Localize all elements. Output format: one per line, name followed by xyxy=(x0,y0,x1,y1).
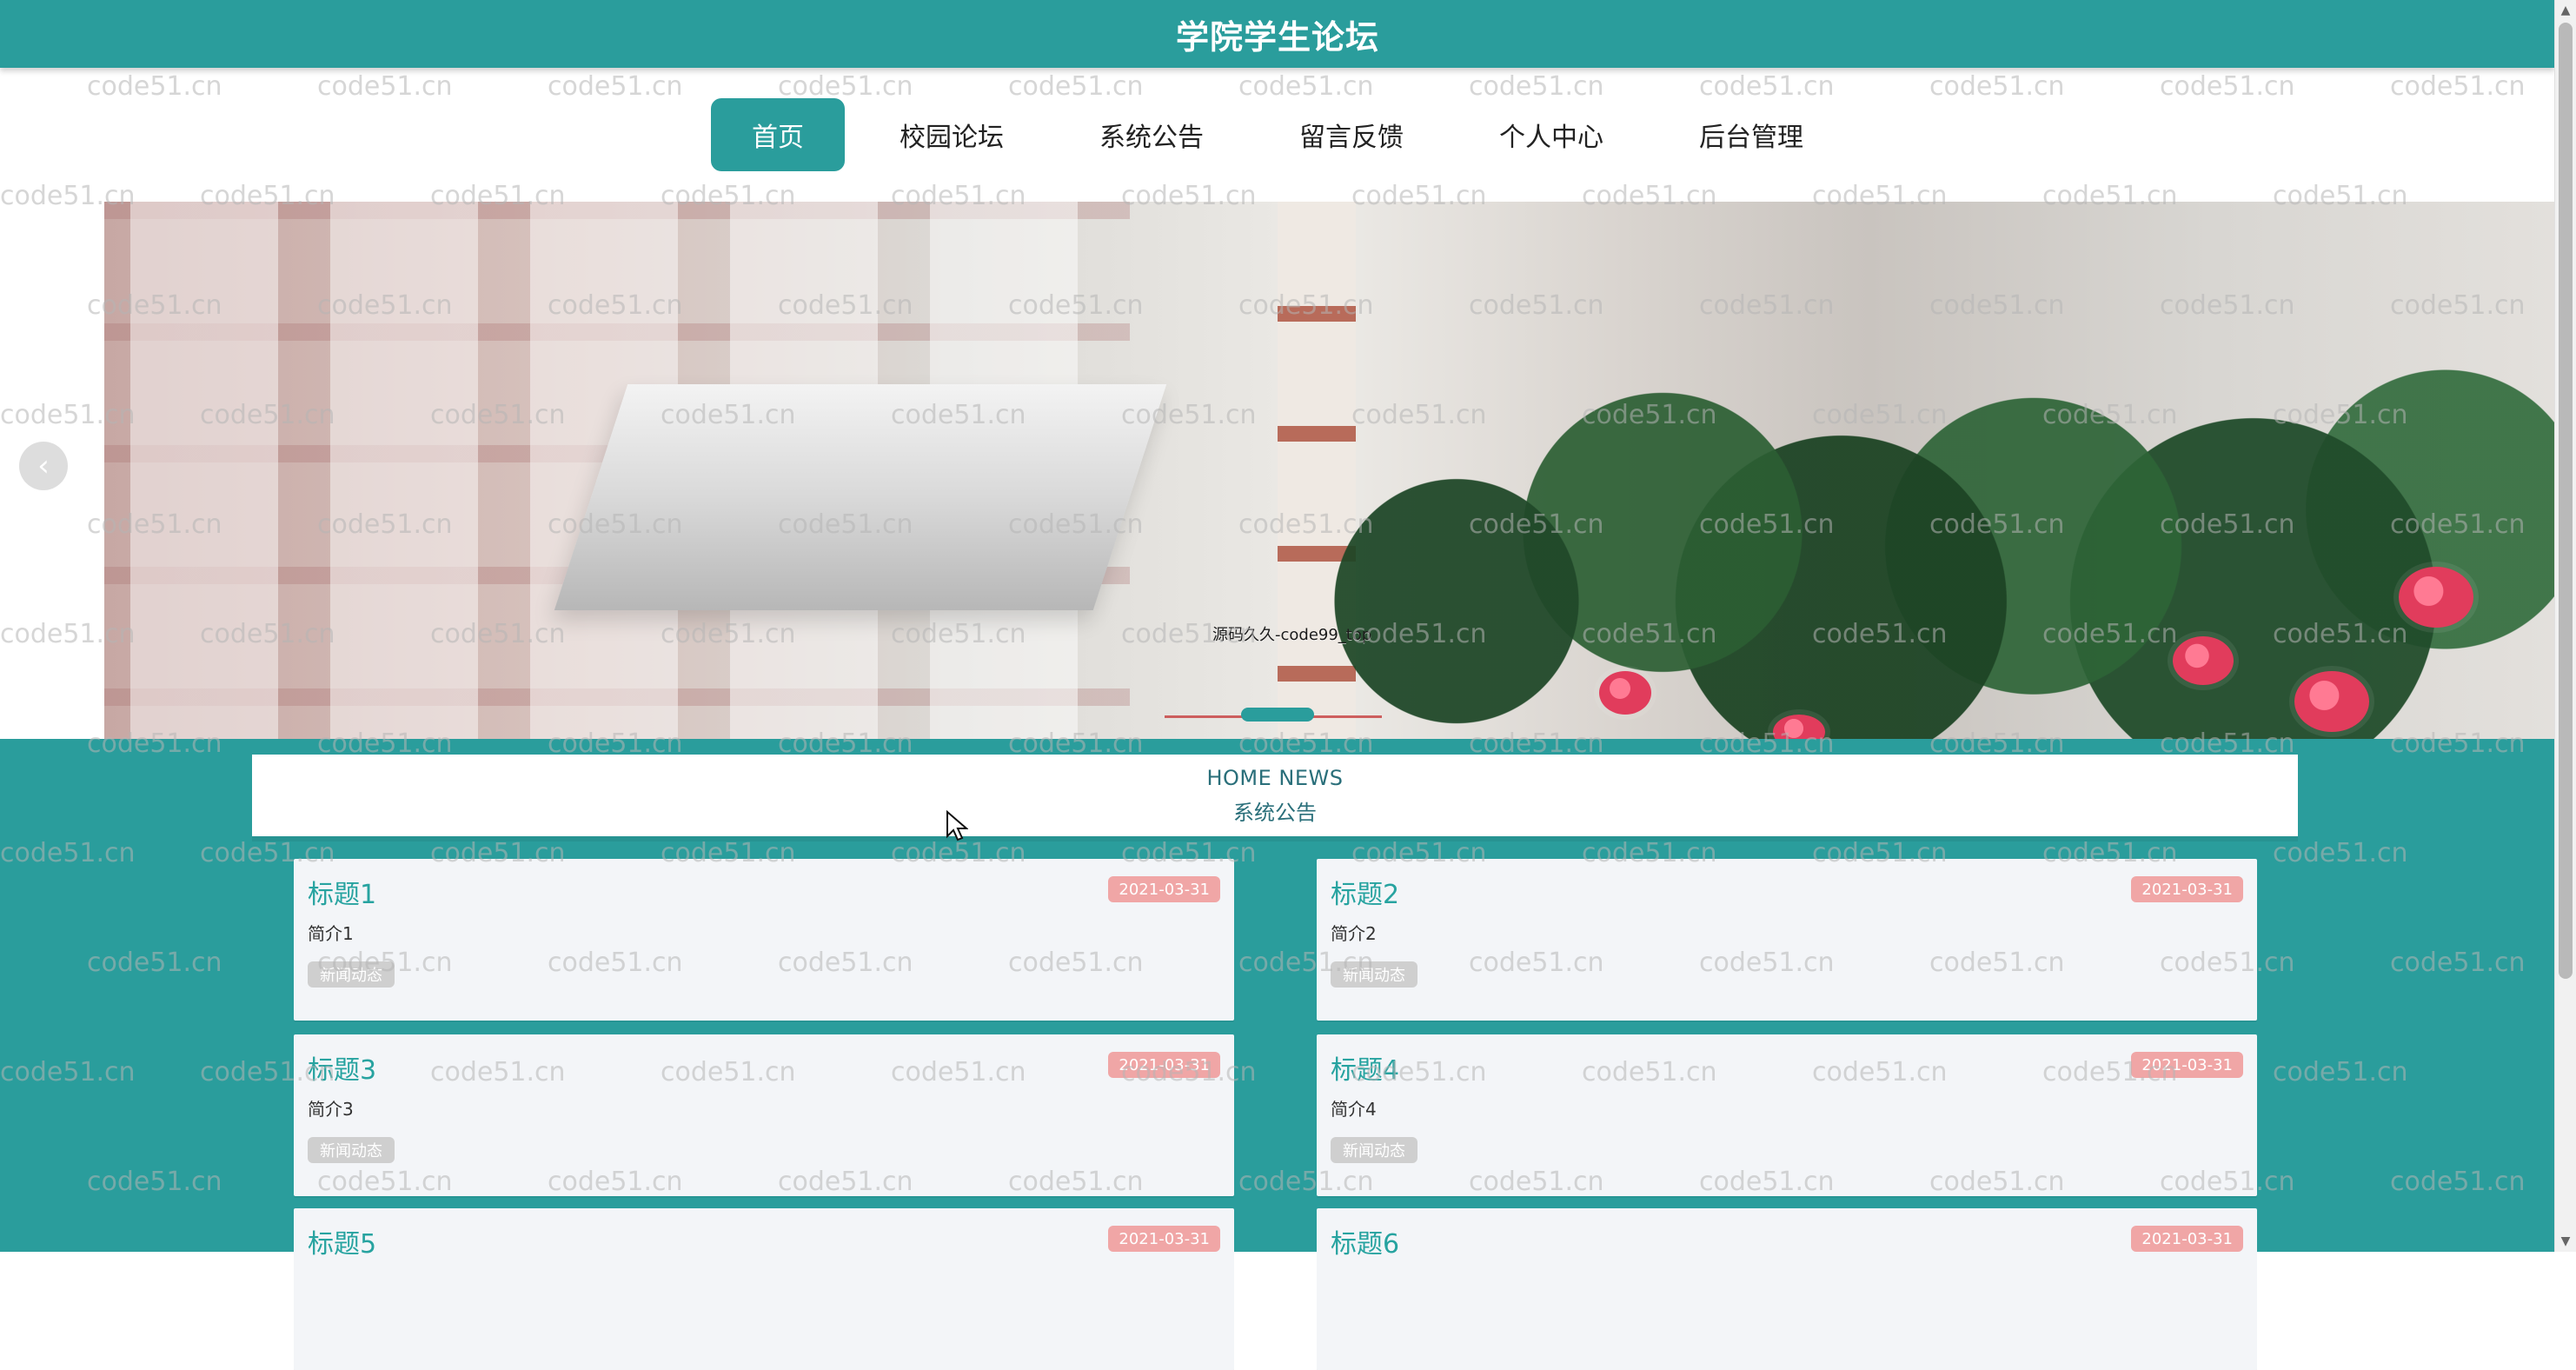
nav-item-home[interactable]: 首页 xyxy=(711,98,845,171)
carousel-indicators[interactable] xyxy=(1165,702,1382,728)
camellia-flower xyxy=(2399,567,2473,628)
nav-item-feedback[interactable]: 留言反馈 xyxy=(1258,98,1444,171)
news-date-badge: 2021-03-31 xyxy=(2131,1052,2243,1078)
news-category-tag: 新闻动态 xyxy=(308,961,395,988)
news-date-badge: 2021-03-31 xyxy=(2131,876,2243,902)
nav-item-admin[interactable]: 后台管理 xyxy=(1658,98,1844,171)
section-title-english: HOME NEWS xyxy=(1206,765,1344,790)
news-title[interactable]: 标题4 xyxy=(1331,1048,1399,1087)
news-date-badge: 2021-03-31 xyxy=(1108,1226,1220,1252)
home-news-section: HOME NEWS 系统公告 标题1 2021-03-31 简介1 新闻动态 标… xyxy=(0,739,2555,1370)
news-card[interactable]: 标题3 2021-03-31 简介3 新闻动态 xyxy=(294,1034,1234,1196)
camellia-flower xyxy=(1599,671,1651,715)
scrollbar-thumb[interactable] xyxy=(2559,23,2573,979)
news-title[interactable]: 标题3 xyxy=(308,1048,376,1087)
camellia-flower xyxy=(2294,671,2369,732)
nav-item-personal-center[interactable]: 个人中心 xyxy=(1458,98,1644,171)
scroll-up-icon[interactable]: ▲ xyxy=(2555,0,2576,21)
news-intro: 简介1 xyxy=(308,923,354,944)
news-date-badge: 2021-03-31 xyxy=(2131,1226,2243,1252)
section-title-chinese: 系统公告 xyxy=(1233,800,1317,825)
camellia-bush xyxy=(1182,280,2555,739)
mouse-cursor-icon xyxy=(946,810,968,841)
top-title-bar: 学院学生论坛 xyxy=(0,0,2555,68)
carousel-image xyxy=(104,202,2555,739)
hero-carousel: ‹ 源码久久-code99_top xyxy=(0,202,2555,739)
building-canopy xyxy=(554,384,1167,610)
scroll-down-icon[interactable]: ▼ xyxy=(2555,1231,2576,1252)
news-date-badge: 2021-03-31 xyxy=(1108,876,1220,902)
page-scrollbar[interactable]: ▲ ▼ xyxy=(2554,0,2576,1252)
news-card[interactable]: 标题6 2021-03-31 xyxy=(1317,1208,2257,1370)
site-title: 学院学生论坛 xyxy=(1175,17,1379,57)
carousel-indicator-active[interactable] xyxy=(1241,708,1314,722)
news-category-tag: 新闻动态 xyxy=(1331,961,1417,988)
news-category-tag: 新闻动态 xyxy=(308,1137,395,1163)
news-title[interactable]: 标题1 xyxy=(308,873,376,911)
news-card[interactable]: 标题1 2021-03-31 简介1 新闻动态 xyxy=(294,859,1234,1021)
nav-item-campus-forum[interactable]: 校园论坛 xyxy=(859,98,1045,171)
news-intro: 简介4 xyxy=(1331,1099,1377,1120)
nav-item-system-notices[interactable]: 系统公告 xyxy=(1059,98,1245,171)
carousel-caption: 源码久久-code99_top xyxy=(1212,626,1372,644)
news-card[interactable]: 标题2 2021-03-31 简介2 新闻动态 xyxy=(1317,859,2257,1021)
news-intro: 简介3 xyxy=(308,1099,354,1120)
section-header: HOME NEWS 系统公告 xyxy=(252,755,2298,836)
chevron-left-icon: ‹ xyxy=(37,449,50,483)
news-category-tag: 新闻动态 xyxy=(1331,1137,1417,1163)
news-title[interactable]: 标题5 xyxy=(308,1222,376,1260)
news-date-badge: 2021-03-31 xyxy=(1108,1052,1220,1078)
news-title[interactable]: 标题6 xyxy=(1331,1222,1399,1260)
carousel-prev-button[interactable]: ‹ xyxy=(19,442,68,490)
news-title[interactable]: 标题2 xyxy=(1331,873,1399,911)
news-intro: 简介2 xyxy=(1331,923,1377,944)
news-card[interactable]: 标题4 2021-03-31 简介4 新闻动态 xyxy=(1317,1034,2257,1196)
news-card[interactable]: 标题5 2021-03-31 xyxy=(294,1208,1234,1370)
camellia-flower xyxy=(2173,636,2234,685)
main-nav: 首页 校园论坛 系统公告 留言反馈 个人中心 后台管理 xyxy=(0,68,2555,202)
